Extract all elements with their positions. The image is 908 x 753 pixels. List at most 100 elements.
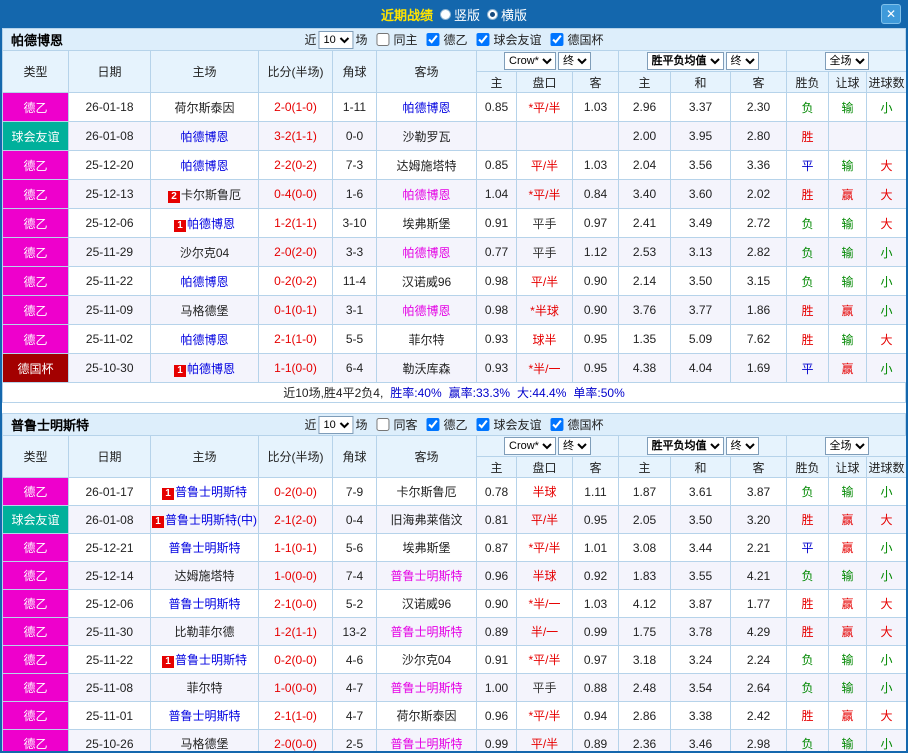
away-team-name: 汉诺威96 — [401, 274, 452, 289]
home-team-name: 帕德博恩 — [180, 332, 229, 347]
home-team-cell: 普鲁士明斯特 — [150, 533, 259, 562]
filter-checkbox-input[interactable] — [550, 33, 564, 46]
filter-checkbox-2[interactable]: 球会友谊 — [476, 31, 544, 48]
odds-home-cell: 0.91 — [476, 645, 517, 674]
match-count-select[interactable]: 10 — [318, 415, 354, 434]
score-cell: 2-2(0-2) — [258, 150, 333, 180]
odds-home-cell: 0.85 — [476, 92, 517, 122]
sections-container: 帕德博恩近 10 场同主 德乙 球会友谊 德国杯 类型 日期 主场 比分(半场) 角球 客场 Crow*… — [2, 28, 906, 751]
result-wdl-cell: 胜 — [786, 121, 830, 151]
filter-checkbox-0[interactable]: 同主 — [376, 31, 419, 48]
sub-header-mean_draw: 和 — [670, 71, 731, 93]
result-wdl-cell: 平 — [786, 533, 830, 562]
mean-home-cell: 2.04 — [618, 150, 671, 180]
filter-checkbox-input[interactable] — [426, 418, 440, 431]
full-match-select[interactable]: 全场 — [824, 52, 869, 70]
score-cell: 2-1(0-0) — [258, 589, 333, 618]
home-team-cell: 2 卡尔斯鲁厄 — [150, 179, 259, 209]
result-goals-cell: 大 — [866, 324, 906, 354]
match-type-cell: 德乙 — [2, 266, 69, 296]
radio-icon-vertical[interactable] — [439, 8, 451, 20]
match-type-cell: 德国杯 — [2, 353, 69, 383]
home-team-cell: 1 普鲁士明斯特 — [150, 477, 259, 506]
match-row: 德乙 25-11-02 帕德博恩 2-1(1-0) 5-5 菲尔特 0.93 球半 0.95 1.… — [2, 324, 906, 354]
filter-checkbox-input[interactable] — [476, 33, 490, 46]
odds-final-select[interactable]: 终 — [558, 437, 591, 455]
match-date-cell: 25-12-06 — [68, 589, 151, 618]
mean-odds-select[interactable]: 胜平负均值 — [646, 52, 724, 70]
layout-radio-horizontal[interactable]: 横版 — [487, 5, 527, 24]
mean-odds-select[interactable]: 胜平负均值 — [646, 437, 724, 455]
mean-away-cell: 3.20 — [729, 505, 788, 534]
filter-checkbox-input[interactable] — [376, 418, 390, 431]
corner-cell: 1-11 — [332, 92, 377, 122]
match-count-select[interactable]: 10 — [318, 30, 354, 49]
odds-company-select[interactable]: Crow* — [504, 437, 556, 455]
handicap-cell: *平/半 — [516, 179, 573, 209]
team-section: 帕德博恩近 10 场同主 德乙 球会友谊 德国杯 类型 日期 主场 比分(半场) 角球 客场 Crow*… — [2, 28, 906, 403]
filter-checkbox-1[interactable]: 德乙 — [426, 416, 470, 433]
home-team-name: 帕德博恩 — [180, 129, 229, 144]
away-team-cell: 汉诺威96 — [376, 266, 477, 296]
home-team-name: 卡尔斯鲁厄 — [180, 187, 241, 202]
match-row: 德乙 25-12-06 普鲁士明斯特 2-1(0-0) 5-2 汉诺威96 0.90 *半/一… — [2, 589, 906, 618]
sub-header-result_goals: 进球数 — [866, 71, 906, 93]
sub-header-mean_draw: 和 — [670, 456, 731, 478]
away-team-cell: 沙尔克04 — [376, 645, 477, 674]
mean-home-cell: 1.87 — [618, 477, 671, 506]
sub-header-odds_away: 客 — [572, 456, 619, 478]
mean-draw-cell: 3.38 — [670, 701, 731, 730]
mean-away-cell: 4.29 — [729, 617, 788, 646]
filter-checkbox-input[interactable] — [476, 418, 490, 431]
result-handicap-cell: 输 — [828, 92, 868, 122]
odds-away-cell: 0.90 — [572, 295, 619, 325]
summary-segment: 大:44.4% — [517, 386, 567, 400]
match-row: 德乙 25-12-06 1 帕德博恩 1-2(1-1) 3-10 埃弗斯堡 0.91 平手 0.9… — [2, 208, 906, 238]
match-date-cell: 25-12-06 — [68, 208, 151, 238]
corner-cell: 5-2 — [332, 589, 377, 618]
away-team-name: 勒沃库森 — [402, 361, 451, 376]
mean-home-cell: 4.38 — [618, 353, 671, 383]
result-handicap-cell: 输 — [828, 150, 868, 180]
filter-checkbox-input[interactable] — [550, 418, 564, 431]
filter-checkbox-input[interactable] — [376, 33, 390, 46]
filter-checkbox-0[interactable]: 同客 — [376, 416, 419, 433]
away-team-name: 旧海弗莱偕汶 — [390, 513, 463, 527]
filter-checkbox-2[interactable]: 球会友谊 — [476, 416, 544, 433]
handicap-cell: 半/一 — [516, 617, 573, 646]
mean-final-select[interactable]: 终 — [725, 52, 759, 70]
match-row: 德乙 26-01-17 1 普鲁士明斯特 0-2(0-0) 7-9 卡尔斯鲁厄 0.78 半球 1… — [2, 477, 906, 506]
filter-checkbox-1[interactable]: 德乙 — [426, 31, 470, 48]
mean-draw-cell: 3.56 — [670, 150, 731, 180]
filter-checkbox-3[interactable]: 德国杯 — [550, 31, 606, 48]
away-team-name: 普鲁士明斯特 — [390, 737, 463, 751]
odds-away-cell: 1.03 — [572, 150, 619, 180]
result-goals-cell: 小 — [866, 561, 906, 590]
mean-draw-cell: 3.13 — [670, 237, 731, 267]
result-goals-cell: 小 — [866, 477, 906, 506]
mean-draw-cell: 3.77 — [670, 295, 731, 325]
full-match-select[interactable]: 全场 — [824, 437, 869, 455]
match-row: 德乙 26-01-18 荷尔斯泰因 2-0(1-0) 1-11 帕德博恩 0.85 *平/半 1… — [2, 92, 906, 122]
filter-checkbox-3[interactable]: 德国杯 — [550, 416, 606, 433]
odds-home-cell: 0.93 — [476, 324, 517, 354]
close-button[interactable]: ✕ — [881, 4, 901, 24]
result-handicap-cell: 输 — [828, 561, 868, 590]
odds-home-cell: 1.00 — [476, 673, 517, 702]
odds-company-select[interactable]: Crow* — [504, 52, 556, 70]
layout-radio-vertical[interactable]: 竖版 — [439, 5, 480, 24]
filter-checkbox-input[interactable] — [426, 33, 440, 46]
odds-home-cell: 0.96 — [476, 701, 517, 730]
filter-checkbox-label: 同主 — [393, 33, 418, 47]
corner-cell: 5-5 — [332, 324, 377, 354]
rank-badge: 1 — [161, 488, 174, 500]
mean-final-select[interactable]: 终 — [725, 437, 759, 455]
odds-final-select[interactable]: 终 — [558, 52, 591, 70]
home-team-cell: 沙尔克04 — [150, 237, 259, 267]
radio-icon-horizontal[interactable] — [487, 8, 498, 20]
mean-header-cell: 胜平负均值终 — [617, 50, 788, 72]
result-goals-cell: 小 — [866, 295, 906, 325]
mean-draw-cell: 3.49 — [670, 208, 731, 238]
odds-away-cell: 1.01 — [572, 533, 619, 562]
score-cell: 2-0(2-0) — [258, 237, 333, 267]
